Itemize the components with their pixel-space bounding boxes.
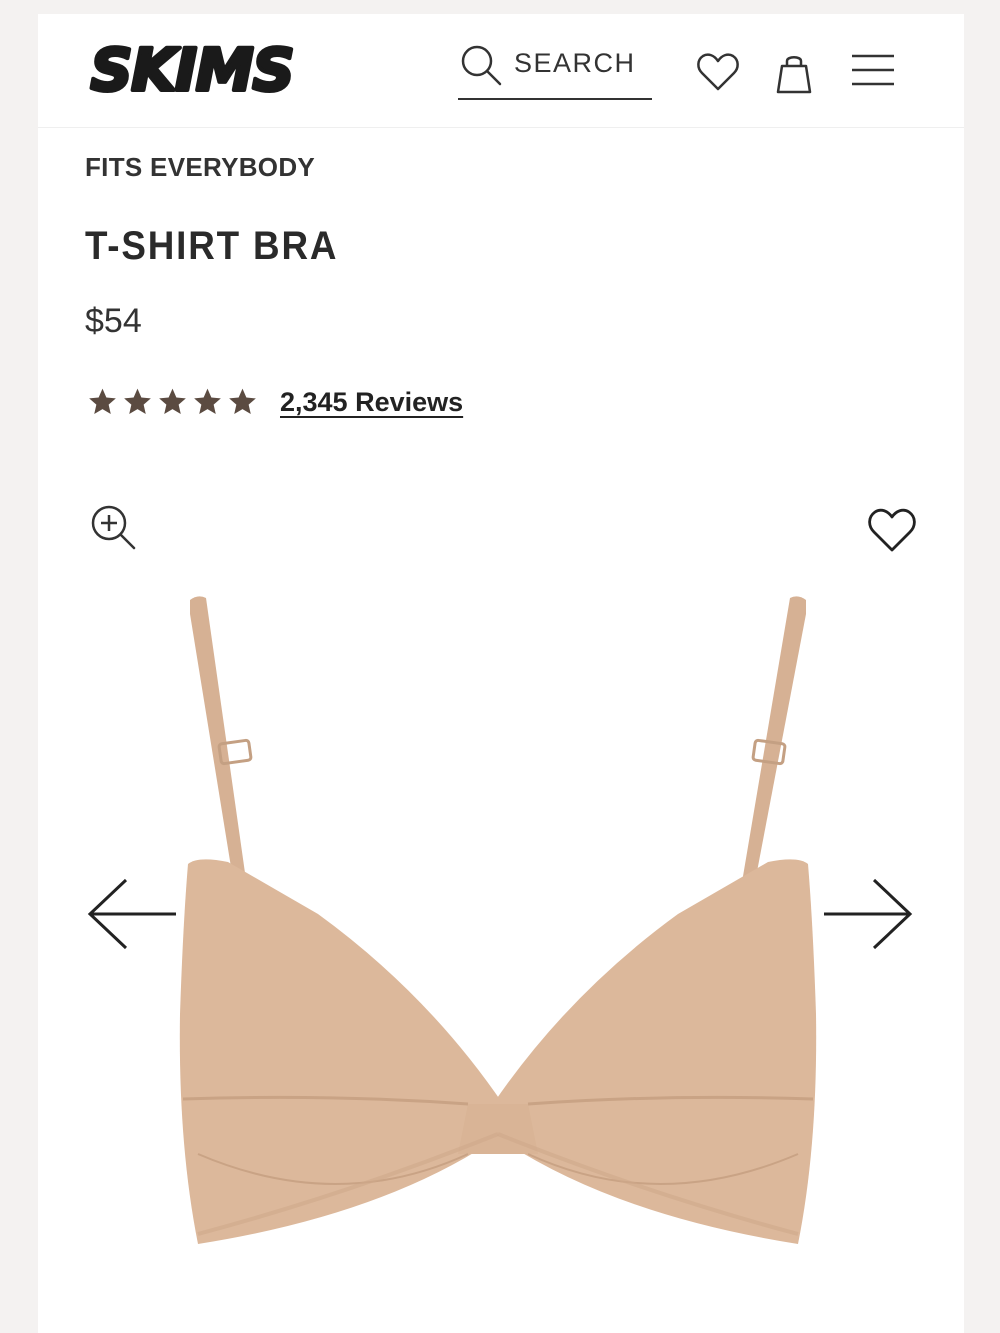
heart-icon[interactable] <box>694 48 742 96</box>
collection-label: FITS EVERYBODY <box>85 152 316 182</box>
arrow-left-icon[interactable] <box>84 876 176 952</box>
star-icon <box>159 388 186 414</box>
search-label: SEARCH <box>514 48 636 78</box>
star-rating <box>85 386 260 418</box>
site-header: SKIMS SEARCH <box>38 14 964 128</box>
star-icon <box>124 388 151 414</box>
favorite-heart-icon[interactable] <box>866 506 918 554</box>
shopping-bag-icon[interactable] <box>770 48 818 96</box>
hamburger-menu-icon[interactable] <box>848 48 896 96</box>
product-page: SKIMS SEARCH FITS EVERYBODY T-SHIRT BRA … <box>38 14 964 1333</box>
zoom-in-icon[interactable] <box>88 502 138 552</box>
product-title: T-SHIRT BRA <box>85 224 339 268</box>
star-icon <box>194 388 221 414</box>
star-icon <box>89 388 116 414</box>
rating-row: 2,345 Reviews <box>85 384 463 420</box>
search-icon <box>461 45 502 86</box>
star-icon <box>229 388 256 414</box>
brand-logo[interactable]: SKIMS <box>74 34 310 106</box>
product-price: $54 <box>85 302 142 340</box>
product-image <box>179 596 817 1244</box>
arrow-right-icon[interactable] <box>824 876 916 952</box>
reviews-link[interactable]: 2,345 Reviews <box>280 387 463 418</box>
search-field[interactable]: SEARCH <box>458 42 652 100</box>
svg-text:SKIMS: SKIMS <box>91 36 294 104</box>
